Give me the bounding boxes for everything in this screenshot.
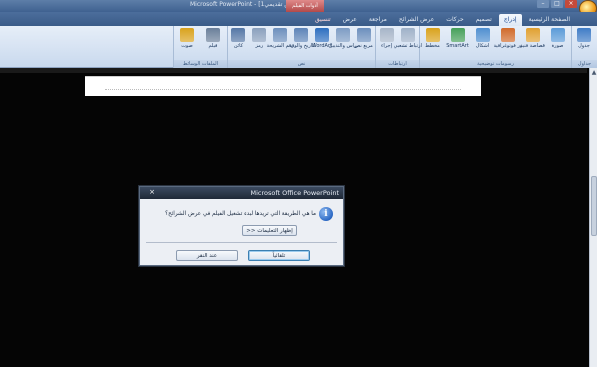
contextual-tab-group-label: أدوات الفيلم: [286, 0, 324, 12]
ribbon: جداول جدول رسومات توضيحية صورة قصاصة فنيةألب…: [0, 26, 597, 68]
ribbon-button-4-0[interactable]: فيلم: [202, 28, 224, 58]
ribbon-button-label: كائن: [233, 43, 243, 49]
tab-3[interactable]: حركات: [441, 14, 468, 26]
ribbon-group-3: نص مربع نص الرأس والتذييل WordArt التاريخ وا…: [227, 26, 375, 68]
scroll-up-icon[interactable]: ▲: [590, 68, 597, 77]
ribbon-button-0-0[interactable]: جدول: [573, 28, 595, 58]
vertical-scrollbar[interactable]: ▲: [589, 68, 597, 367]
ribbon-group-label: جداول: [572, 60, 597, 68]
clipart-icon: [525, 28, 540, 42]
ribbon-button-label: قصاصة فنية: [520, 43, 545, 49]
dialog-message: ما هي الطريقة التي تريدها لبدء تشغيل الف…: [165, 211, 316, 217]
tab-0[interactable]: الصفحة الرئيسية: [524, 14, 575, 26]
ribbon-tab-row: الصفحة الرئيسية إدراج تصميم حركات عرض الشرائ…: [0, 12, 597, 26]
shapes-icon: [475, 28, 490, 42]
close-window-button[interactable]: ×: [565, 0, 577, 8]
ruler: [0, 68, 587, 73]
photo-album-icon: [500, 28, 515, 42]
ribbon-tabs: الصفحة الرئيسية إدراج تصميم حركات عرض الشرائ…: [310, 14, 575, 26]
ribbon-button-label: صوت: [181, 43, 193, 49]
placeholder-border: [105, 89, 461, 90]
ribbon-button-1-5[interactable]: مخطط: [422, 28, 444, 58]
ribbon-group-1: رسومات توضيحية صورة قصاصة فنيةألبوم صور فو…: [419, 26, 571, 68]
tab-4[interactable]: عرض الشرائح: [394, 14, 439, 26]
dialog-title-bar: × Microsoft Office PowerPoint: [140, 187, 343, 199]
date-time-icon: [294, 28, 308, 42]
ribbon-button-1-4[interactable]: SmartArt: [446, 28, 469, 58]
symbol-icon: [252, 28, 267, 42]
window-title: Microsoft PowerPoint - [عرض تقديمي1]: [190, 1, 301, 8]
action-icon: [379, 28, 394, 42]
smartart-icon: [450, 28, 465, 42]
dialog-close-button[interactable]: ×: [143, 188, 161, 197]
ribbon-group-label: نص: [228, 60, 375, 68]
wordart-icon: [314, 28, 329, 42]
ribbon-button-label: أشكال: [475, 43, 490, 49]
hyperlink-icon: [400, 28, 415, 42]
sound-icon: [180, 28, 194, 42]
ribbon-button-label: جدول: [578, 43, 590, 49]
dialog-separator: [146, 242, 337, 243]
textbox-icon: [356, 28, 371, 42]
minimize-button[interactable]: –: [537, 0, 549, 8]
dialog-title: Microsoft Office PowerPoint: [250, 189, 339, 197]
ribbon-group-label: الملفات الوسائط: [174, 60, 227, 68]
ribbon-button-4-1[interactable]: صوت: [176, 28, 198, 58]
object-icon: [231, 28, 246, 42]
movie-start-dialog: × Microsoft Office PowerPoint i ما هي ال…: [139, 186, 344, 266]
tab-2[interactable]: تصميم: [471, 14, 497, 26]
ribbon-group-4: الملفات الوسائط فيلم صوت: [173, 26, 227, 68]
slide-number-icon: [273, 28, 288, 42]
ribbon-button-2-1[interactable]: إجراء: [376, 28, 398, 58]
header-footer-icon: [335, 28, 350, 42]
chart-icon: [425, 28, 440, 42]
ribbon-button-label: مخطط: [425, 43, 440, 49]
movie-icon: [206, 28, 220, 42]
tab-1[interactable]: إدراج: [498, 14, 522, 26]
slide-edge: [85, 76, 481, 96]
table-icon: [577, 28, 591, 42]
ribbon-button-1-3[interactable]: أشكال: [472, 28, 494, 58]
title-bar: Microsoft PowerPoint - [عرض تقديمي1] أدو…: [0, 0, 597, 12]
tab-6[interactable]: عرض: [338, 14, 362, 26]
ribbon-group-2: ارتباطات ارتباط تشعبي إجراء: [375, 26, 422, 68]
ribbon-button-1-1[interactable]: قصاصة فنية: [520, 28, 545, 58]
ribbon-group-0: جداول جدول: [571, 26, 597, 68]
tab-7[interactable]: تنسيق: [310, 14, 336, 26]
ribbon-button-label: SmartArt: [446, 43, 469, 49]
show-help-button[interactable]: إظهار التعليمات <<: [242, 225, 297, 236]
ribbon-button-1-0[interactable]: صورة: [547, 28, 569, 58]
info-icon: i: [319, 207, 333, 221]
ribbon-group-label: رسومات توضيحية: [420, 60, 571, 68]
window-controls: – □ ×: [537, 0, 577, 8]
scroll-thumb[interactable]: [591, 176, 597, 236]
when-clicked-button[interactable]: عند النقر: [176, 250, 238, 261]
maximize-button[interactable]: □: [551, 0, 563, 8]
ribbon-button-3-6[interactable]: كائن: [227, 28, 249, 58]
ribbon-button-1-2[interactable]: ألبوم صور فوتوغرافية: [493, 28, 522, 58]
picture-icon: [550, 28, 565, 42]
ribbon-button-label: فيلم: [208, 43, 218, 49]
ribbon-group-label: ارتباطات: [376, 60, 419, 68]
ribbon-button-label: صورة: [551, 43, 564, 49]
tab-5[interactable]: مراجعة: [364, 14, 392, 26]
ribbon-button-label: ألبوم صور فوتوغرافية: [493, 43, 522, 49]
automatically-button[interactable]: تلقائياً: [248, 250, 310, 261]
